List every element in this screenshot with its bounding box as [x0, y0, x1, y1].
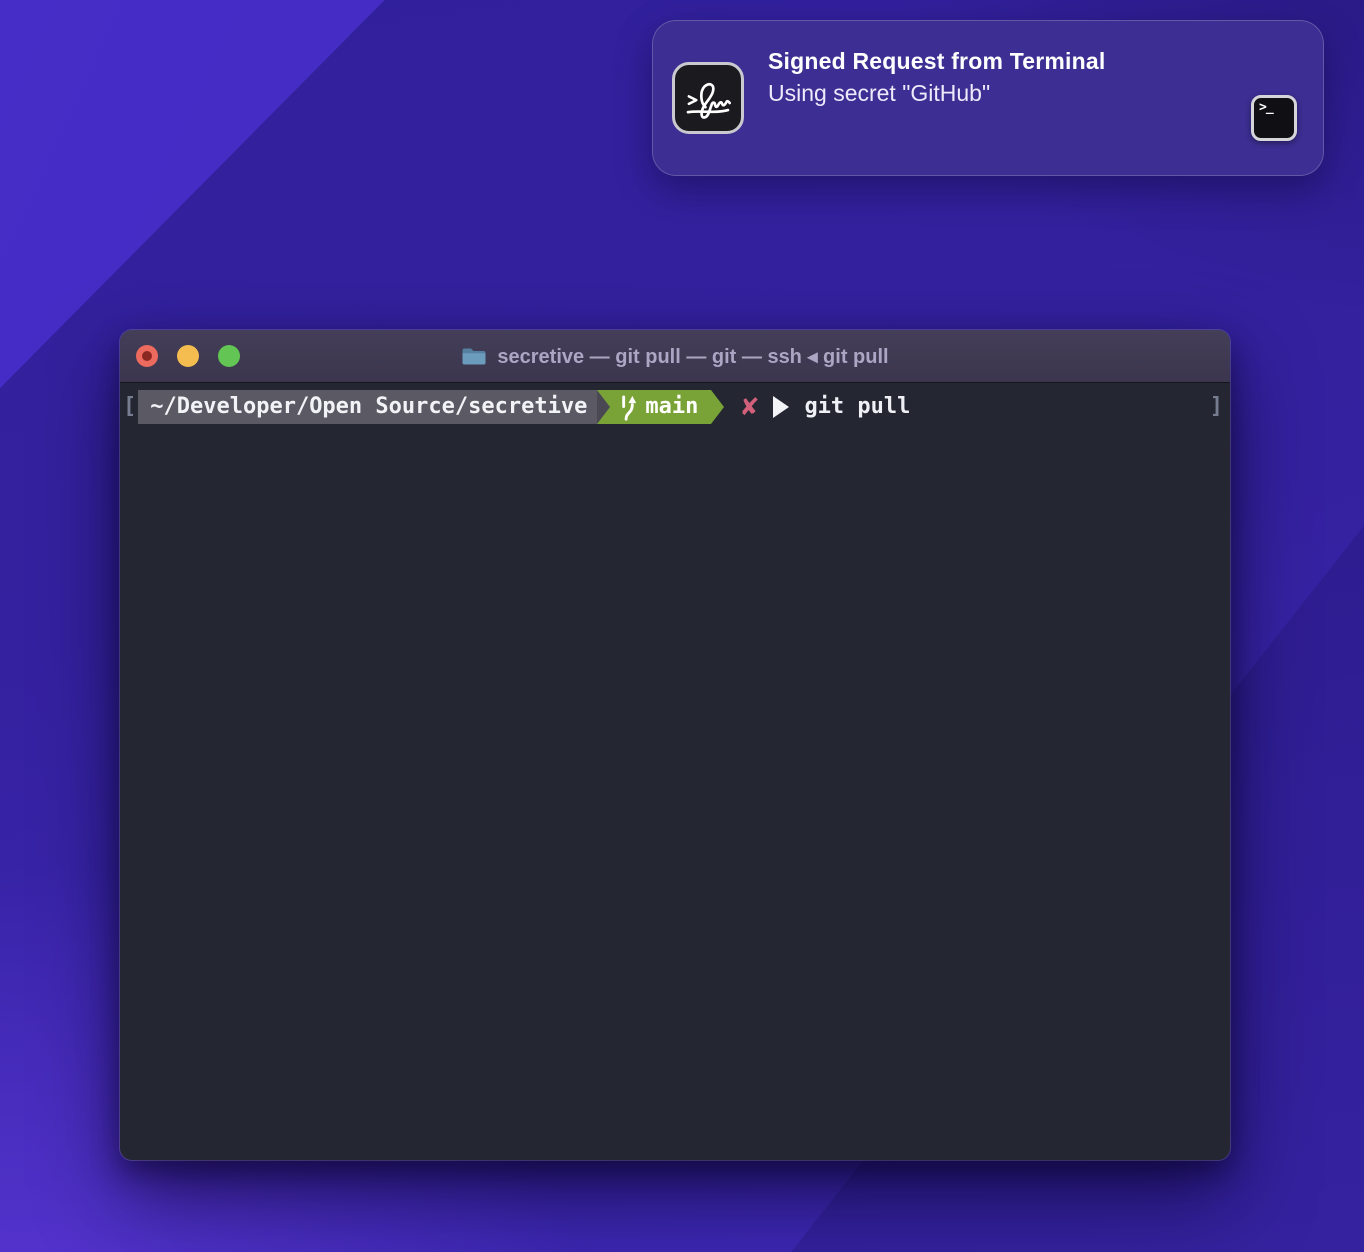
powerline-separator-icon: [597, 390, 610, 424]
notification-title: Signed Request from Terminal: [768, 48, 1105, 75]
notification-banner[interactable]: Signed Request from Terminal Using secre…: [652, 20, 1324, 176]
status-error-icon: ✘: [739, 390, 759, 424]
typed-command: git pull: [804, 390, 910, 424]
powerline-arrow-icon: [711, 390, 724, 424]
terminal-app-icon: >_: [1251, 95, 1297, 141]
close-button[interactable]: [136, 345, 158, 367]
secretive-app-icon: [672, 62, 744, 134]
git-branch-icon: [619, 394, 637, 421]
close-modified-dot: [142, 351, 152, 361]
prompt-open-bracket: [: [120, 390, 138, 424]
window-title: secretive — git pull — git — ssh ◂ git p…: [120, 330, 1230, 382]
prompt-git-segment: main: [610, 390, 711, 424]
prompt-path-segment: ~/Developer/Open Source/secretive: [138, 390, 597, 424]
terminal-content[interactable]: [ ~/Developer/Open Source/secretive main…: [120, 383, 1230, 1159]
window-title-text: secretive — git pull — git — ssh ◂ git p…: [497, 344, 888, 369]
notification-subtitle: Using secret "GitHub": [768, 80, 1105, 107]
prompt-arrow-icon: [773, 396, 789, 418]
shell-prompt: [ ~/Developer/Open Source/secretive main…: [120, 390, 1230, 424]
git-branch-name: main: [645, 390, 698, 424]
zoom-button[interactable]: [218, 345, 240, 367]
prompt-close-bracket: ]: [1210, 390, 1230, 424]
titlebar[interactable]: secretive — git pull — git — ssh ◂ git p…: [120, 330, 1230, 383]
terminal-icon-glyph: >_: [1254, 98, 1294, 115]
folder-icon: [461, 346, 487, 367]
minimize-button[interactable]: [177, 345, 199, 367]
terminal-window: secretive — git pull — git — ssh ◂ git p…: [120, 330, 1230, 1160]
